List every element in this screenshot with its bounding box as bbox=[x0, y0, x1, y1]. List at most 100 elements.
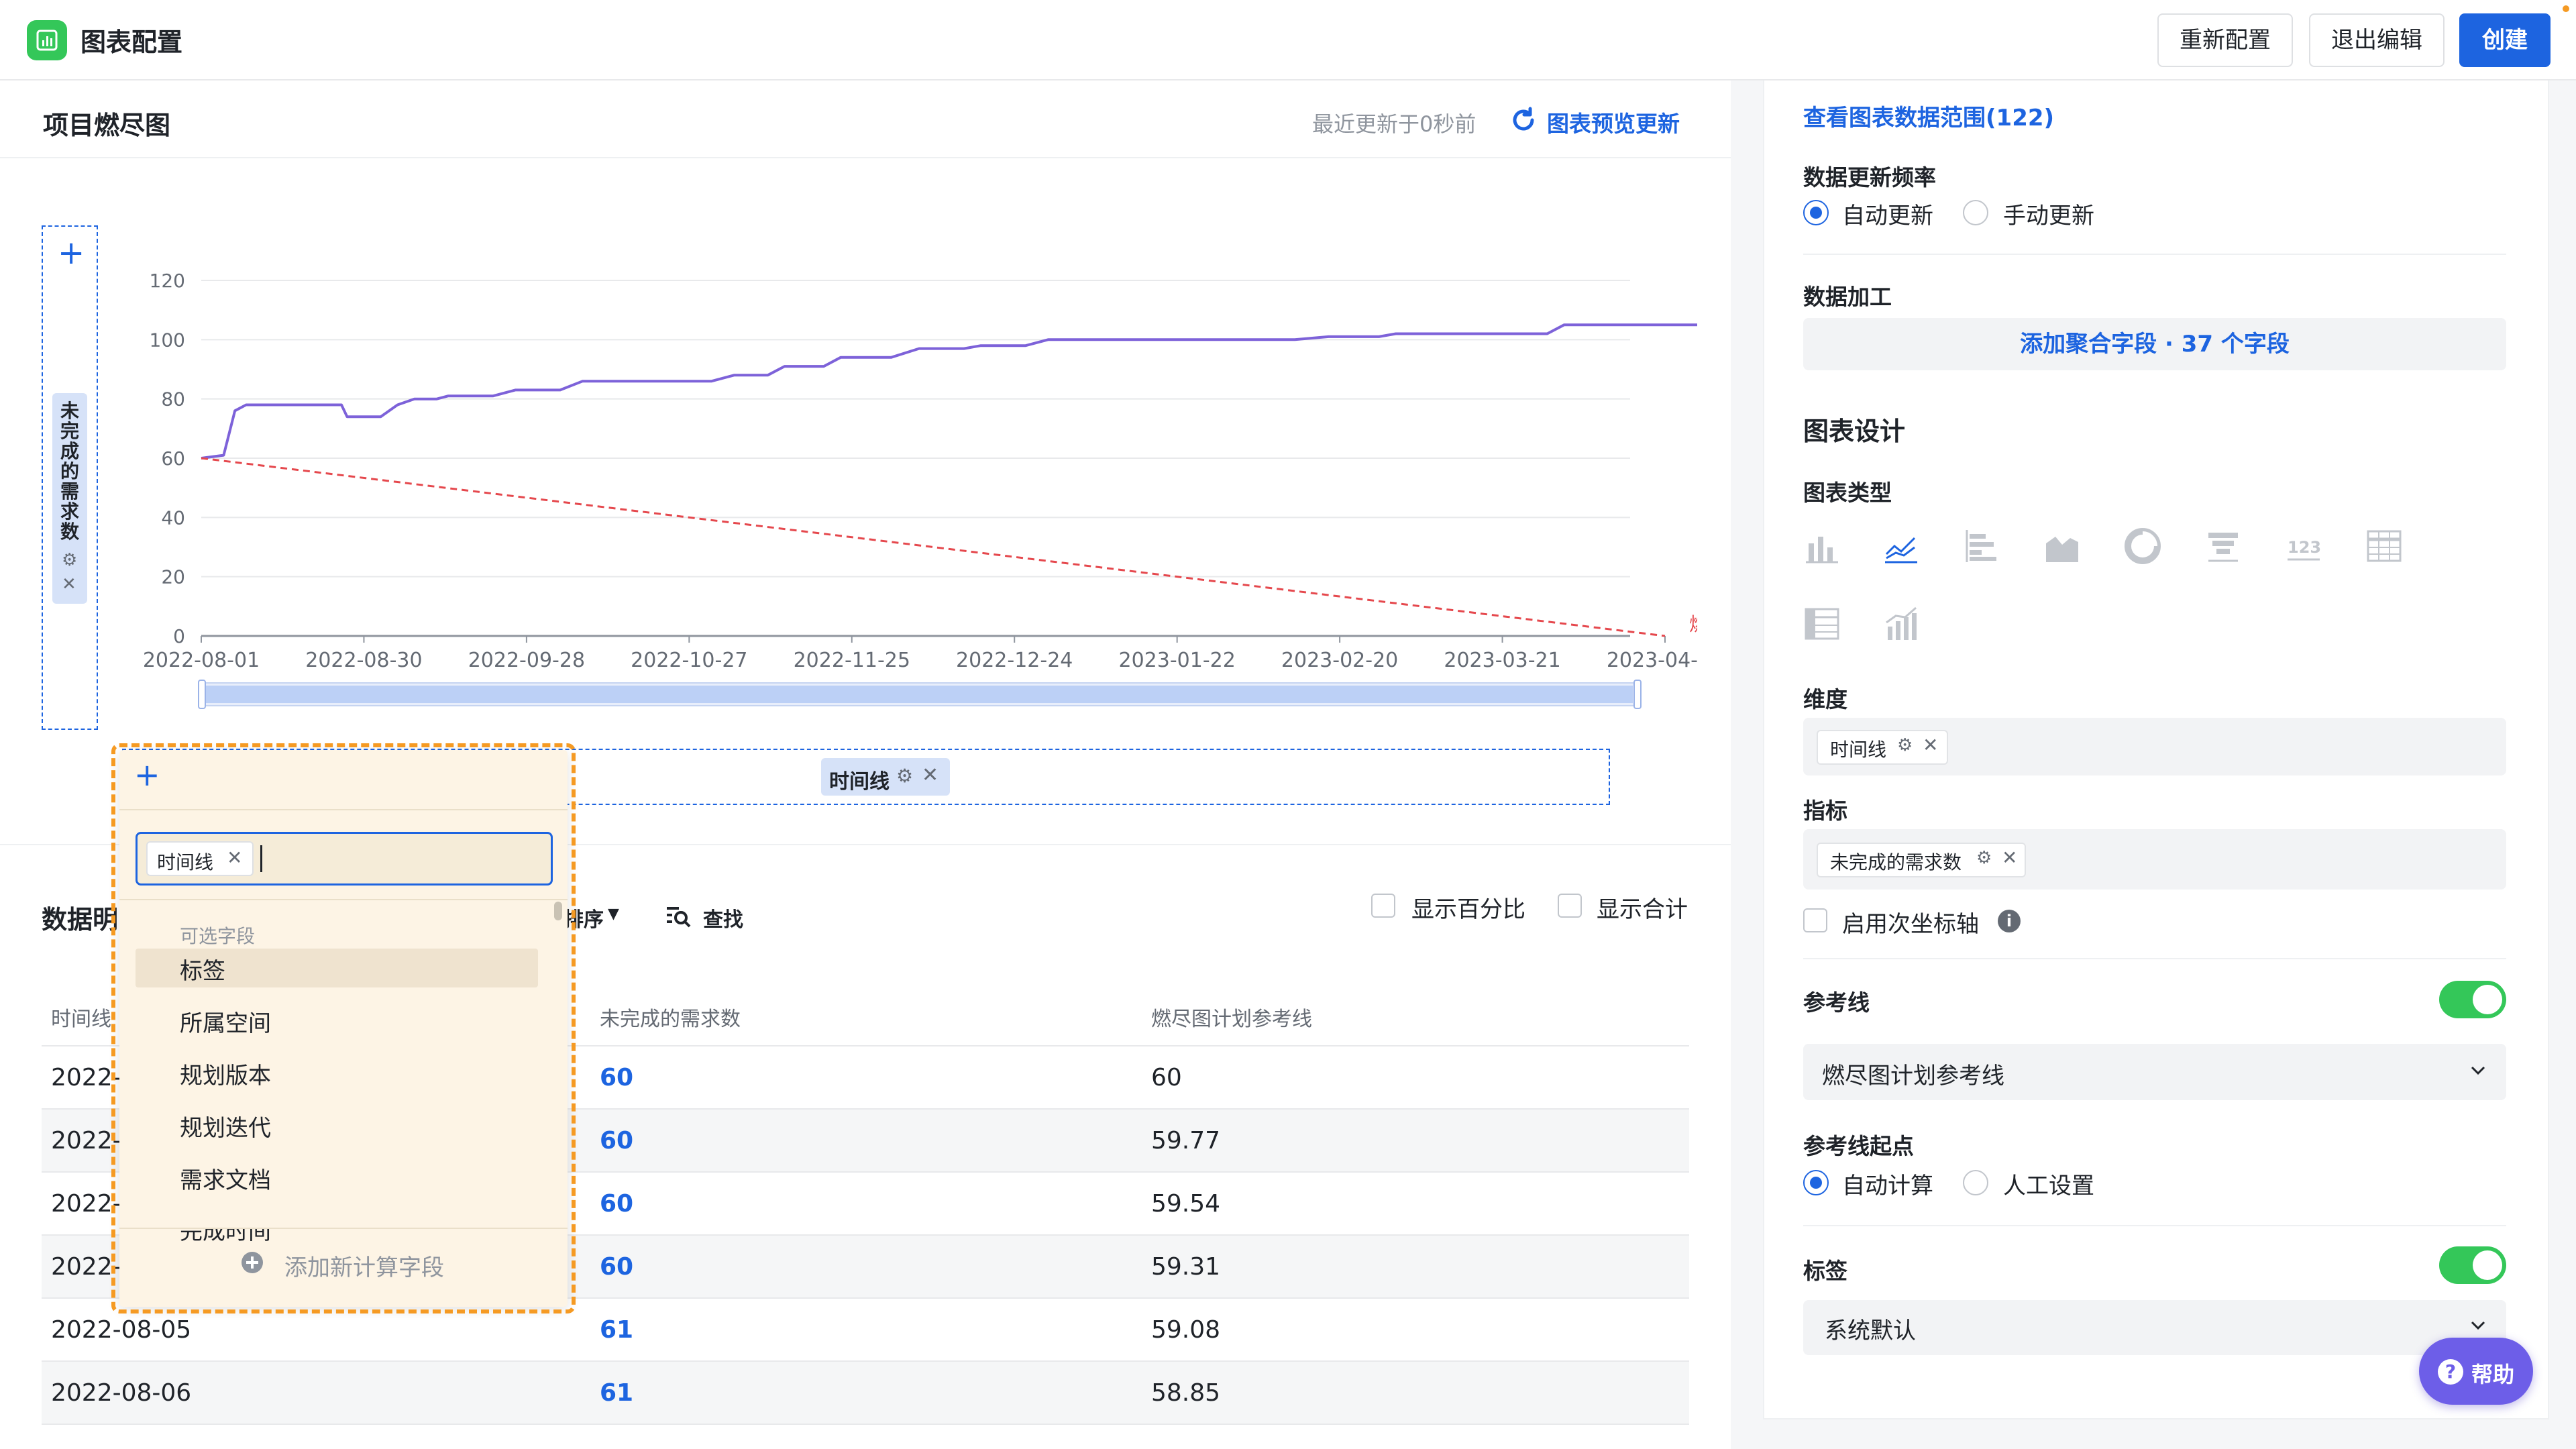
show-percent-label: 显示百分比 bbox=[1411, 896, 1525, 923]
burndown-series-line bbox=[201, 323, 1697, 460]
secondary-axis-checkbox[interactable] bbox=[1803, 908, 1827, 932]
add-field-icon[interactable]: + bbox=[134, 758, 160, 792]
plus-circle-icon[interactable] bbox=[239, 1249, 266, 1276]
divider bbox=[1803, 1225, 2506, 1226]
label-toggle[interactable] bbox=[2439, 1246, 2506, 1284]
auto-update-radio[interactable] bbox=[1803, 200, 1829, 225]
divider bbox=[119, 809, 568, 810]
data-range-link[interactable]: 查看图表数据范围(122) bbox=[1803, 99, 2054, 132]
metric-title: 指标 bbox=[1803, 798, 1847, 824]
table-cell: 2022-08-06 bbox=[51, 1379, 192, 1407]
show-total-label: 显示合计 bbox=[1597, 896, 1688, 923]
find-icon[interactable] bbox=[664, 902, 692, 930]
x-tick-label: 2022-08-30 bbox=[305, 649, 422, 672]
line-chart: 0 20 40 60 80 100 120 2022-08-01 2022-08-30 2022-… bbox=[143, 270, 1697, 709]
table-cell: 2022- bbox=[51, 1190, 121, 1218]
table-cell-link[interactable]: 60 bbox=[600, 1190, 633, 1218]
auto-calc-radio[interactable] bbox=[1803, 1170, 1829, 1195]
app-logo-icon bbox=[27, 20, 67, 60]
y-field-gear-icon[interactable]: ⚙ bbox=[62, 550, 77, 570]
chevron-down-icon[interactable] bbox=[2470, 1065, 2486, 1076]
manual-set-radio[interactable] bbox=[1963, 1170, 1988, 1195]
auto-calc-label: 自动计算 bbox=[1842, 1173, 1933, 1199]
add-calculated-field-button[interactable]: 添加新计算字段 bbox=[284, 1249, 444, 1282]
selected-field-label: 时间线 bbox=[157, 851, 214, 873]
tag-remove-icon[interactable]: ✕ bbox=[227, 847, 242, 869]
top-bar: 图表配置 重新配置 退出编辑 创建 bbox=[0, 0, 2576, 80]
show-percent-checkbox[interactable] bbox=[1371, 894, 1395, 918]
pivot-table-type-icon[interactable] bbox=[1803, 605, 1841, 643]
table-type-icon[interactable] bbox=[2365, 527, 2403, 565]
x-tick-label: 2023-03-21 bbox=[1444, 649, 1560, 672]
table-cell: 58.85 bbox=[1151, 1379, 1221, 1407]
reference-line-toggle[interactable] bbox=[2439, 981, 2506, 1018]
gear-icon[interactable]: ⚙ bbox=[1976, 848, 1992, 868]
exit-edit-button[interactable]: 退出编辑 bbox=[2309, 13, 2445, 67]
dimension-title: 维度 bbox=[1803, 686, 1847, 712]
refresh-icon[interactable] bbox=[1509, 106, 1538, 134]
option-item[interactable]: 标签 bbox=[180, 953, 225, 985]
app-title: 图表配置 bbox=[80, 28, 183, 57]
table-cell: 2022- bbox=[51, 1064, 121, 1091]
y-tick-label: 0 bbox=[173, 625, 185, 647]
reference-line-annotation: 燃尽图计划参考线 bbox=[1689, 613, 1697, 635]
line-chart-type-icon[interactable] bbox=[1882, 527, 1920, 565]
funnel-chart-type-icon[interactable] bbox=[2204, 527, 2242, 565]
column-header[interactable]: 燃尽图计划参考线 bbox=[1151, 1002, 1312, 1032]
x-field-gear-icon[interactable]: ⚙ bbox=[896, 765, 913, 787]
reconfigure-button[interactable]: 重新配置 bbox=[2157, 13, 2293, 67]
close-icon[interactable]: ✕ bbox=[2002, 847, 2017, 869]
table-cell-link[interactable]: 60 bbox=[600, 1127, 633, 1155]
table-cell: 59.54 bbox=[1151, 1190, 1221, 1218]
question-icon: ? bbox=[2438, 1359, 2463, 1385]
option-item[interactable]: 规划版本 bbox=[180, 1057, 271, 1090]
reference-series-line bbox=[201, 457, 1666, 637]
refresh-preview-link[interactable]: 图表预览更新 bbox=[1547, 106, 1680, 138]
manual-set-label: 人工设置 bbox=[2003, 1173, 2094, 1199]
option-item[interactable]: 规划迭代 bbox=[180, 1110, 271, 1142]
table-cell: 2022-08-05 bbox=[51, 1316, 192, 1344]
x-tick-label: 2022-08-01 bbox=[143, 649, 260, 672]
secondary-axis-label: 启用次坐标轴 bbox=[1842, 911, 1979, 938]
number-card-type-icon[interactable]: 123 bbox=[2285, 527, 2322, 565]
show-total-checkbox[interactable] bbox=[1558, 894, 1582, 918]
horizontal-bar-type-icon[interactable] bbox=[1963, 527, 2000, 565]
label-select-value: 系统默认 bbox=[1825, 1318, 1916, 1344]
table-cell-link[interactable]: 61 bbox=[600, 1316, 633, 1344]
x-field-remove-icon[interactable]: ✕ bbox=[922, 763, 938, 787]
pie-chart-type-icon[interactable] bbox=[2124, 527, 2161, 565]
reference-start-title: 参考线起点 bbox=[1803, 1133, 1914, 1159]
x-tick-label: 2022-12-24 bbox=[956, 649, 1073, 672]
y-tick-label: 100 bbox=[150, 329, 185, 351]
bar-chart-type-icon[interactable] bbox=[1803, 527, 1841, 565]
close-icon[interactable]: ✕ bbox=[1923, 734, 1938, 756]
chevron-down-icon[interactable] bbox=[2470, 1320, 2486, 1331]
add-y-field-icon[interactable]: + bbox=[58, 236, 85, 270]
table-cell-link[interactable]: 61 bbox=[600, 1379, 633, 1407]
divider bbox=[0, 157, 1731, 158]
gear-icon[interactable]: ⚙ bbox=[1897, 735, 1913, 755]
column-header[interactable]: 未完成的需求数 bbox=[600, 1002, 741, 1032]
add-aggregate-field-button[interactable]: 添加聚合字段 · 37 个字段 bbox=[1803, 318, 2506, 370]
y-field-remove-icon[interactable]: ✕ bbox=[62, 574, 76, 594]
manual-update-label: 手动更新 bbox=[2003, 203, 2094, 229]
manual-update-radio[interactable] bbox=[1963, 200, 1988, 225]
option-item[interactable]: 所属空间 bbox=[180, 1005, 271, 1038]
scrollbar-thumb[interactable] bbox=[554, 902, 562, 920]
table-cell: 59.31 bbox=[1151, 1253, 1221, 1281]
y-tick-label: 80 bbox=[161, 388, 185, 411]
option-item[interactable]: 需求文档 bbox=[180, 1162, 271, 1195]
divider bbox=[119, 1228, 568, 1229]
table-cell: 2022- bbox=[51, 1127, 121, 1155]
table-cell-link[interactable]: 60 bbox=[600, 1253, 633, 1281]
caret-down-icon[interactable]: ▼ bbox=[608, 906, 619, 922]
find-button[interactable]: 查找 bbox=[703, 903, 743, 932]
chart-design-title: 图表设计 bbox=[1803, 417, 1906, 446]
combo-chart-type-icon[interactable] bbox=[1882, 605, 1920, 643]
info-icon[interactable]: i bbox=[1998, 910, 2021, 932]
option-group-label: 可选字段 bbox=[180, 925, 256, 947]
area-chart-type-icon[interactable] bbox=[2043, 527, 2081, 565]
table-cell-link[interactable]: 60 bbox=[600, 1064, 633, 1091]
create-button[interactable]: 创建 bbox=[2459, 13, 2551, 67]
column-header[interactable]: 时间线 bbox=[51, 1002, 111, 1032]
